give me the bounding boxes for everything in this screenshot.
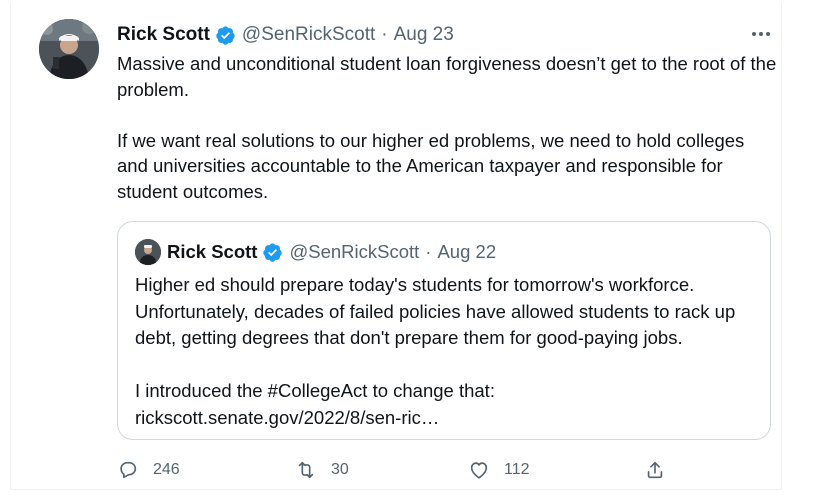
reply-button[interactable]: 246 [117,456,180,484]
quoted-author-avatar [135,239,161,265]
quoted-tweet-paragraph: Higher ed should prepare today's student… [135,274,736,348]
quoted-header-separator: · [425,241,432,262]
quoted-author-name: Rick Scott [167,241,258,262]
tweet-text: Massive and unconditional student loan f… [117,51,777,204]
verified-badge-icon [262,242,283,263]
tweet-actions: 246 30 112 [117,456,677,484]
author-name[interactable]: Rick Scott [117,24,210,46]
share-icon [647,461,663,479]
quoted-tweet-text: Higher ed should prepare today's student… [135,272,760,431]
tweet-paragraph: Massive and unconditional student loan f… [117,53,777,100]
quoted-tweet[interactable]: Rick Scott @SenRickScott · Aug 22 Higher… [117,221,771,440]
retweet-count: 30 [331,461,349,478]
quoted-tweet-date: Aug 22 [437,241,497,262]
more-options-button[interactable] [749,22,773,46]
author-avatar-image [39,19,99,79]
tweet-date[interactable]: Aug 23 [394,24,454,46]
quoted-tweet-paragraph: I introduced the #CollegeAct to change t… [135,380,495,428]
reply-icon [120,461,137,479]
heart-icon [470,462,488,479]
like-count: 112 [504,461,530,478]
tweet-paragraph: If we want real solutions to our higher … [117,129,745,202]
retweet-icon [298,461,314,479]
verified-badge-icon [215,25,236,46]
header-separator: · [381,24,388,45]
tweet-header: Rick Scott @SenRickScott · Aug 23 [117,22,454,48]
like-button[interactable]: 112 [468,456,530,484]
retweet-button[interactable]: 30 [295,456,349,484]
reply-count: 246 [153,461,180,478]
share-button[interactable] [644,456,680,484]
quoted-author-handle: @SenRickScott [289,241,420,262]
more-horizontal-icon [752,32,770,36]
quoted-avatar-image [135,239,161,265]
tweet-card[interactable]: Rick Scott @SenRickScott · Aug 23 Massiv… [10,2,782,490]
quoted-tweet-header: Rick Scott @SenRickScott · Aug 22 [135,238,496,266]
author-handle[interactable]: @SenRickScott [242,24,375,46]
author-avatar[interactable] [39,19,99,79]
